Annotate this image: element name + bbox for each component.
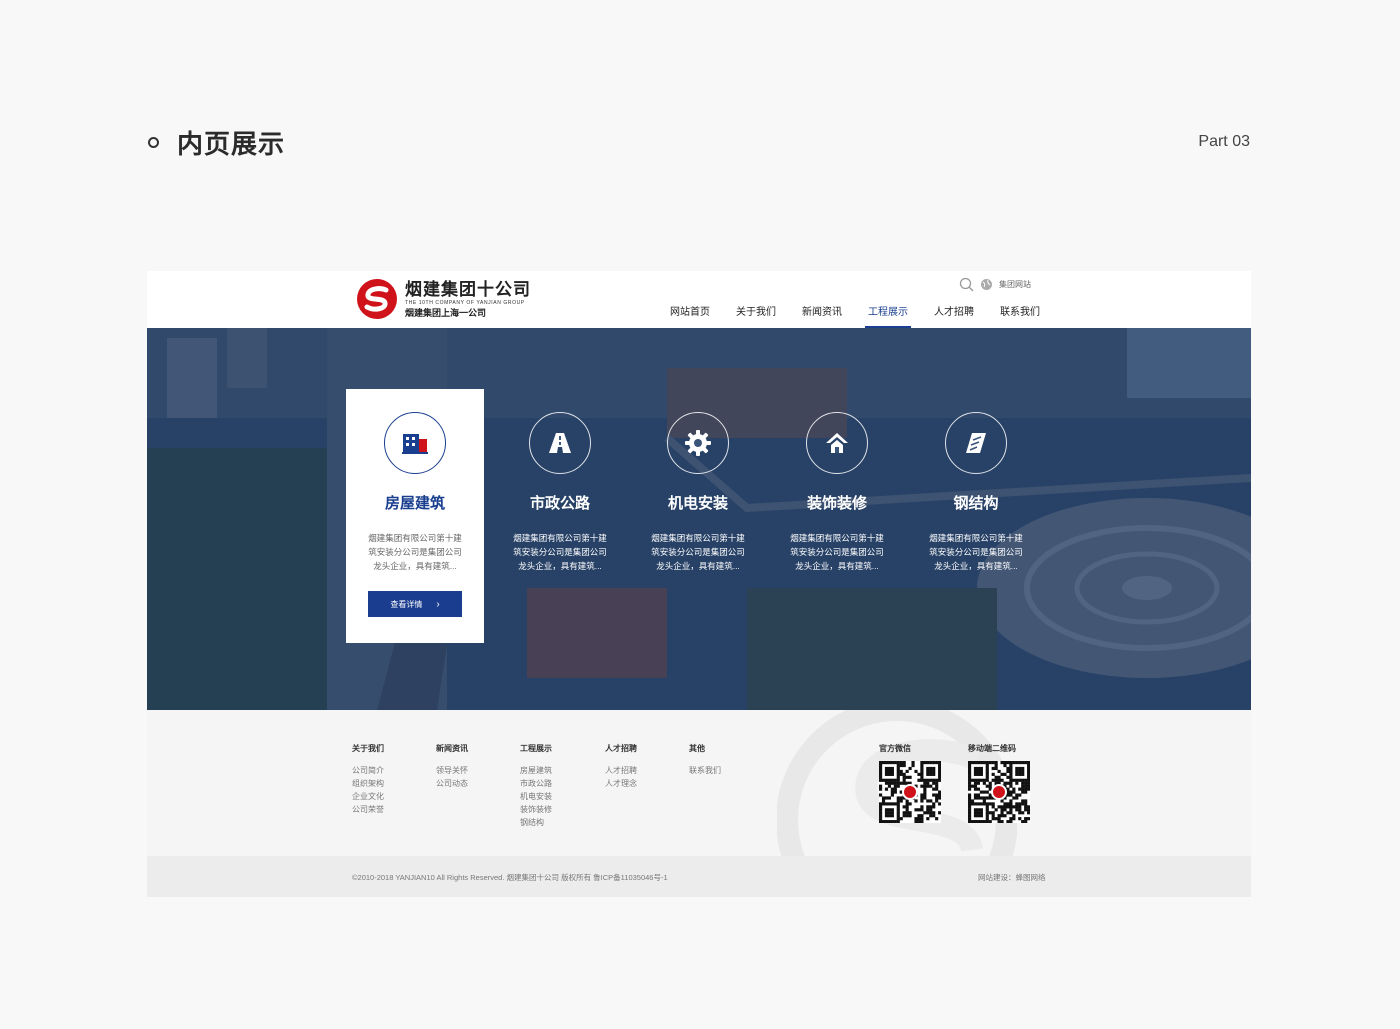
category-card-building[interactable]: 房屋建筑 烟建集团有限公司第十建筑安装分公司是集团公司龙头企业，具有建筑... … [346,389,484,643]
wechat-qr-code-icon [879,761,942,824]
brand-english: THE 10TH COMPANY OF YANJIAN GROUP [405,300,525,306]
site-footer: 关于我们 公司简介 组织架构 企业文化 公司荣誉 新闻资讯 领导关怀 公司动态 … [147,710,1251,856]
footer-link[interactable]: 企业文化 [352,790,384,803]
search-icon[interactable] [959,277,974,292]
nav-home[interactable]: 网站首页 [657,306,723,328]
footer-link[interactable]: 人才招聘 [605,764,637,777]
footer-link[interactable]: 机电安装 [520,790,552,803]
category-title: 钢结构 [953,495,999,512]
qr-title: 官方微信 [879,744,911,753]
brand-subtitle: 烟建集团上海一公司 [405,308,487,318]
category-card-road[interactable]: 市政公路 烟建集团有限公司第十建筑安装分公司是集团公司龙头企业，具有建筑... [491,389,629,643]
brand: 烟建集团十公司 THE 10TH COMPANY OF YANJIAN GROU… [405,281,531,319]
footer-link[interactable]: 公司动态 [436,777,468,790]
building-icon [402,434,428,454]
brand-name: 烟建集团十公司 [405,280,531,299]
chevron-right-icon: › [436,598,440,610]
footer-column-title: 新闻资讯 [436,744,468,753]
category-card-steel[interactable]: 钢结构 烟建集团有限公司第十建筑安装分公司是集团公司龙头企业，具有建筑... [907,389,1045,643]
footer-column-careers: 人才招聘 人才招聘 人才理念 [605,743,637,790]
mobile-qr-block: 移动端二维码 [968,743,1031,824]
category-card-mechanical[interactable]: 机电安装 烟建集团有限公司第十建筑安装分公司是集团公司龙头企业，具有建筑... [629,389,767,643]
globe-icon [981,279,992,290]
category-card-decoration[interactable]: 装饰装修 烟建集团有限公司第十建筑安装分公司是集团公司龙头企业，具有建筑... [768,389,906,643]
footer-column-about: 关于我们 公司简介 组织架构 企业文化 公司荣誉 [352,743,384,816]
nav-news[interactable]: 新闻资讯 [789,306,855,328]
mobile-qr-code-icon [968,761,1031,824]
site-credit-link[interactable]: 网站建设：蜂图网络 [978,872,1046,883]
nav-contact[interactable]: 联系我们 [987,306,1053,328]
category-description: 烟建集团有限公司第十建筑安装分公司是集团公司龙头企业，具有建筑... [651,533,745,571]
nav-projects[interactable]: 工程展示 [855,306,921,328]
wechat-qr-block: 官方微信 [879,743,942,824]
header-utilities: 集团网站 [959,277,1031,292]
road-icon [549,433,571,453]
footer-link[interactable]: 公司简介 [352,764,384,777]
footer-link[interactable]: 装饰装修 [520,803,552,816]
footer-link[interactable]: 领导关怀 [436,764,468,777]
category-icon-frame [806,412,868,474]
footer-link[interactable]: 公司荣誉 [352,803,384,816]
category-description: 烟建集团有限公司第十建筑安装分公司是集团公司龙头企业，具有建筑... [929,533,1023,571]
view-details-label: 查看详情 [390,599,423,609]
category-icon-frame [529,412,591,474]
footer-link[interactable]: 钢结构 [520,816,552,829]
steel-icon [966,433,986,453]
footer-link[interactable]: 人才理念 [605,777,637,790]
category-description: 烟建集团有限公司第十建筑安装分公司是集团公司龙头企业，具有建筑... [513,533,607,571]
copyright-bar: ©2010-2018 YANJIAN10 All Rights Reserved… [147,856,1251,897]
nav-about[interactable]: 关于我们 [723,306,789,328]
copyright-text: ©2010-2018 YANJIAN10 All Rights Reserved… [352,873,668,882]
company-logo-icon[interactable] [355,278,399,320]
footer-link[interactable]: 联系我们 [689,764,721,777]
part-label: Part 03 [1198,133,1250,150]
qr-title: 移动端二维码 [968,744,1016,753]
category-title: 装饰装修 [806,495,867,512]
nav-careers[interactable]: 人才招聘 [921,306,987,328]
main-nav: 网站首页 关于我们 新闻资讯 工程展示 人才招聘 联系我们 [657,306,1053,328]
category-icon-frame [945,412,1007,474]
view-details-button[interactable]: 查看详情 › [368,591,462,617]
section-title: 内页展示 [177,128,286,159]
footer-column-news: 新闻资讯 领导关怀 公司动态 [436,743,468,790]
house-icon [826,433,848,453]
group-site-link[interactable]: 集团网站 [999,279,1031,290]
category-icon-frame [384,412,446,474]
category-title: 市政公路 [529,495,590,512]
footer-column-title: 工程展示 [520,744,552,753]
site-header: 烟建集团十公司 THE 10TH COMPANY OF YANJIAN GROU… [147,271,1251,328]
category-description: 烟建集团有限公司第十建筑安装分公司是集团公司龙头企业，具有建筑... [368,533,462,571]
category-title: 房屋建筑 [384,495,445,512]
footer-link[interactable]: 市政公路 [520,777,552,790]
footer-column-title: 关于我们 [352,744,384,753]
footer-link[interactable]: 组织架构 [352,777,384,790]
footer-link[interactable]: 房屋建筑 [520,764,552,777]
projects-hero: 房屋建筑 烟建集团有限公司第十建筑安装分公司是集团公司龙头企业，具有建筑... … [147,328,1251,710]
category-title: 机电安装 [667,495,728,512]
footer-column-other: 其他 联系我们 [689,743,721,777]
footer-column-title: 其他 [689,744,705,753]
footer-column-title: 人才招聘 [605,744,637,753]
website-mockup: 烟建集团十公司 THE 10TH COMPANY OF YANJIAN GROU… [147,271,1251,897]
footer-column-projects: 工程展示 房屋建筑 市政公路 机电安装 装饰装修 钢结构 [520,743,552,829]
gear-icon [685,430,711,456]
category-icon-frame [667,412,729,474]
circle-bullet-icon [148,136,159,148]
category-description: 烟建集团有限公司第十建筑安装分公司是集团公司龙头企业，具有建筑... [790,533,884,571]
section-header: 内页展示 [148,124,285,160]
